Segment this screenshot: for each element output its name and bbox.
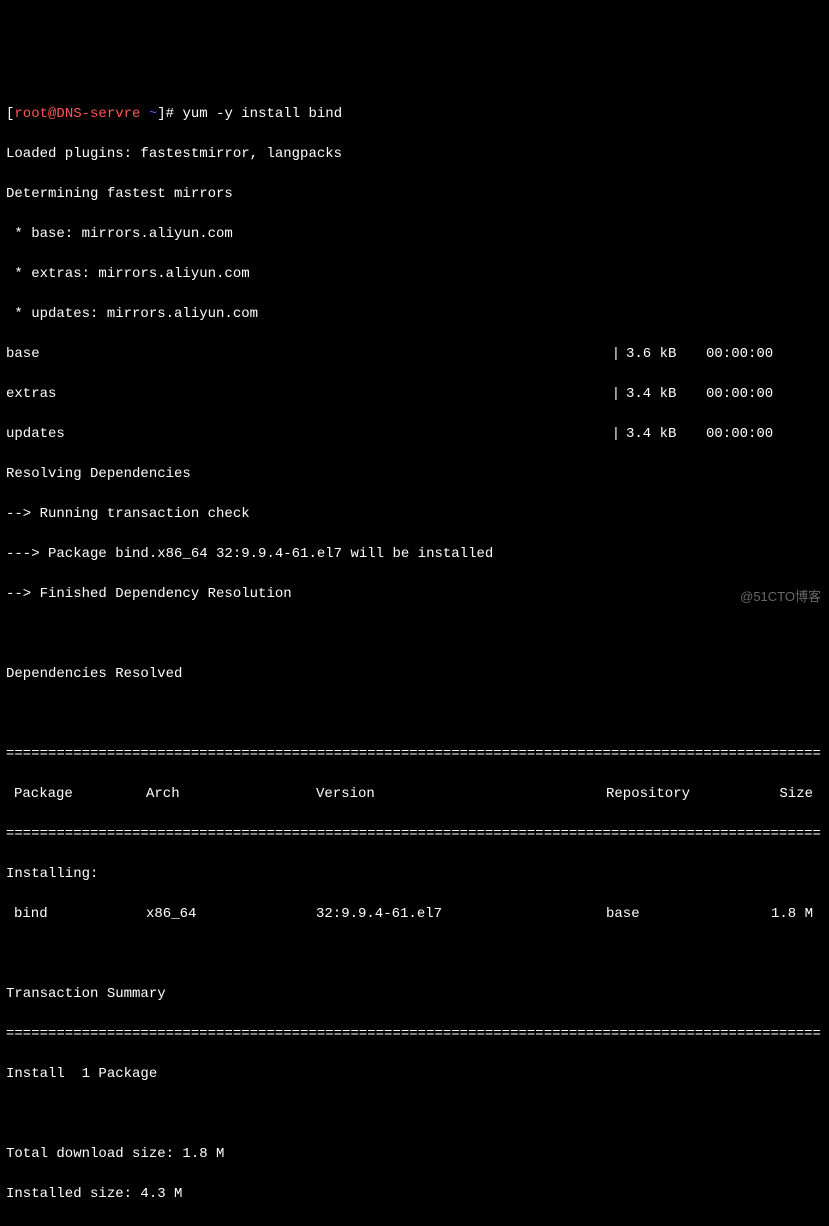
repo-size: 3.4 kB bbox=[626, 424, 706, 444]
determining-line: Determining fastest mirrors bbox=[6, 184, 823, 204]
col-repository: Repository bbox=[606, 784, 756, 804]
col-version: Version bbox=[316, 784, 606, 804]
col-package: Package bbox=[6, 784, 146, 804]
repo-name: updates bbox=[6, 424, 606, 444]
resolving-line: Resolving Dependencies bbox=[6, 464, 823, 484]
install-count-line: Install 1 Package bbox=[6, 1064, 823, 1084]
separator: | bbox=[606, 344, 626, 364]
divider-top: ========================================… bbox=[6, 744, 823, 764]
table-header-row: PackageArchVersionRepositorySize bbox=[6, 784, 823, 804]
pkg-name: bind bbox=[6, 904, 146, 924]
watermark: @51CTO博客 bbox=[740, 587, 821, 607]
prompt-line: [root@DNS-servre ~]# yum -y install bind bbox=[6, 104, 823, 124]
repo-row-extras: extras|3.4 kB00:00:00 bbox=[6, 384, 823, 404]
transaction-summary-line: Transaction Summary bbox=[6, 984, 823, 1004]
pkg-version: 32:9.9.4-61.el7 bbox=[316, 904, 606, 924]
repo-size: 3.4 kB bbox=[626, 384, 706, 404]
package-row: bindx86_6432:9.9.4-61.el7base1.8 M bbox=[6, 904, 823, 924]
downloading-line: Downloading packages: bbox=[6, 1224, 823, 1226]
pkg-size: 1.8 M bbox=[756, 904, 823, 924]
repo-name: base bbox=[6, 344, 606, 364]
deps-resolved-line: Dependencies Resolved bbox=[6, 664, 823, 684]
separator: | bbox=[606, 384, 626, 404]
repo-row-updates: updates|3.4 kB00:00:00 bbox=[6, 424, 823, 444]
blank-line bbox=[6, 944, 823, 964]
divider-bottom: ========================================… bbox=[6, 1024, 823, 1044]
prompt-user-host: root@DNS-servre bbox=[14, 106, 140, 122]
running-check-line: --> Running transaction check bbox=[6, 504, 823, 524]
blank-line bbox=[6, 624, 823, 644]
col-arch: Arch bbox=[146, 784, 316, 804]
pkg-arch: x86_64 bbox=[146, 904, 316, 924]
repo-size: 3.6 kB bbox=[626, 344, 706, 364]
mirror-extras: * extras: mirrors.aliyun.com bbox=[6, 264, 823, 284]
package-will-install-line: ---> Package bind.x86_64 32:9.9.4-61.el7… bbox=[6, 544, 823, 564]
repo-time: 00:00:00 bbox=[706, 424, 796, 444]
col-size: Size bbox=[756, 784, 823, 804]
installed-size-line: Installed size: 4.3 M bbox=[6, 1184, 823, 1204]
repo-name: extras bbox=[6, 384, 606, 404]
terminal-output: [root@DNS-servre ~]# yum -y install bind… bbox=[6, 84, 823, 1226]
mirror-updates: * updates: mirrors.aliyun.com bbox=[6, 304, 823, 324]
plugins-line: Loaded plugins: fastestmirror, langpacks bbox=[6, 144, 823, 164]
command-text: yum -y install bind bbox=[182, 106, 342, 122]
divider-mid: ========================================… bbox=[6, 824, 823, 844]
installing-label: Installing: bbox=[6, 864, 823, 884]
separator: | bbox=[606, 424, 626, 444]
blank-line bbox=[6, 704, 823, 724]
repo-time: 00:00:00 bbox=[706, 384, 796, 404]
prompt-cwd: ~ bbox=[149, 106, 157, 122]
mirror-base: * base: mirrors.aliyun.com bbox=[6, 224, 823, 244]
blank-line bbox=[6, 1104, 823, 1124]
total-download-line: Total download size: 1.8 M bbox=[6, 1144, 823, 1164]
repo-row-base: base|3.6 kB00:00:00 bbox=[6, 344, 823, 364]
finished-dep-line: --> Finished Dependency Resolution bbox=[6, 584, 823, 604]
pkg-repo: base bbox=[606, 904, 756, 924]
repo-time: 00:00:00 bbox=[706, 344, 796, 364]
